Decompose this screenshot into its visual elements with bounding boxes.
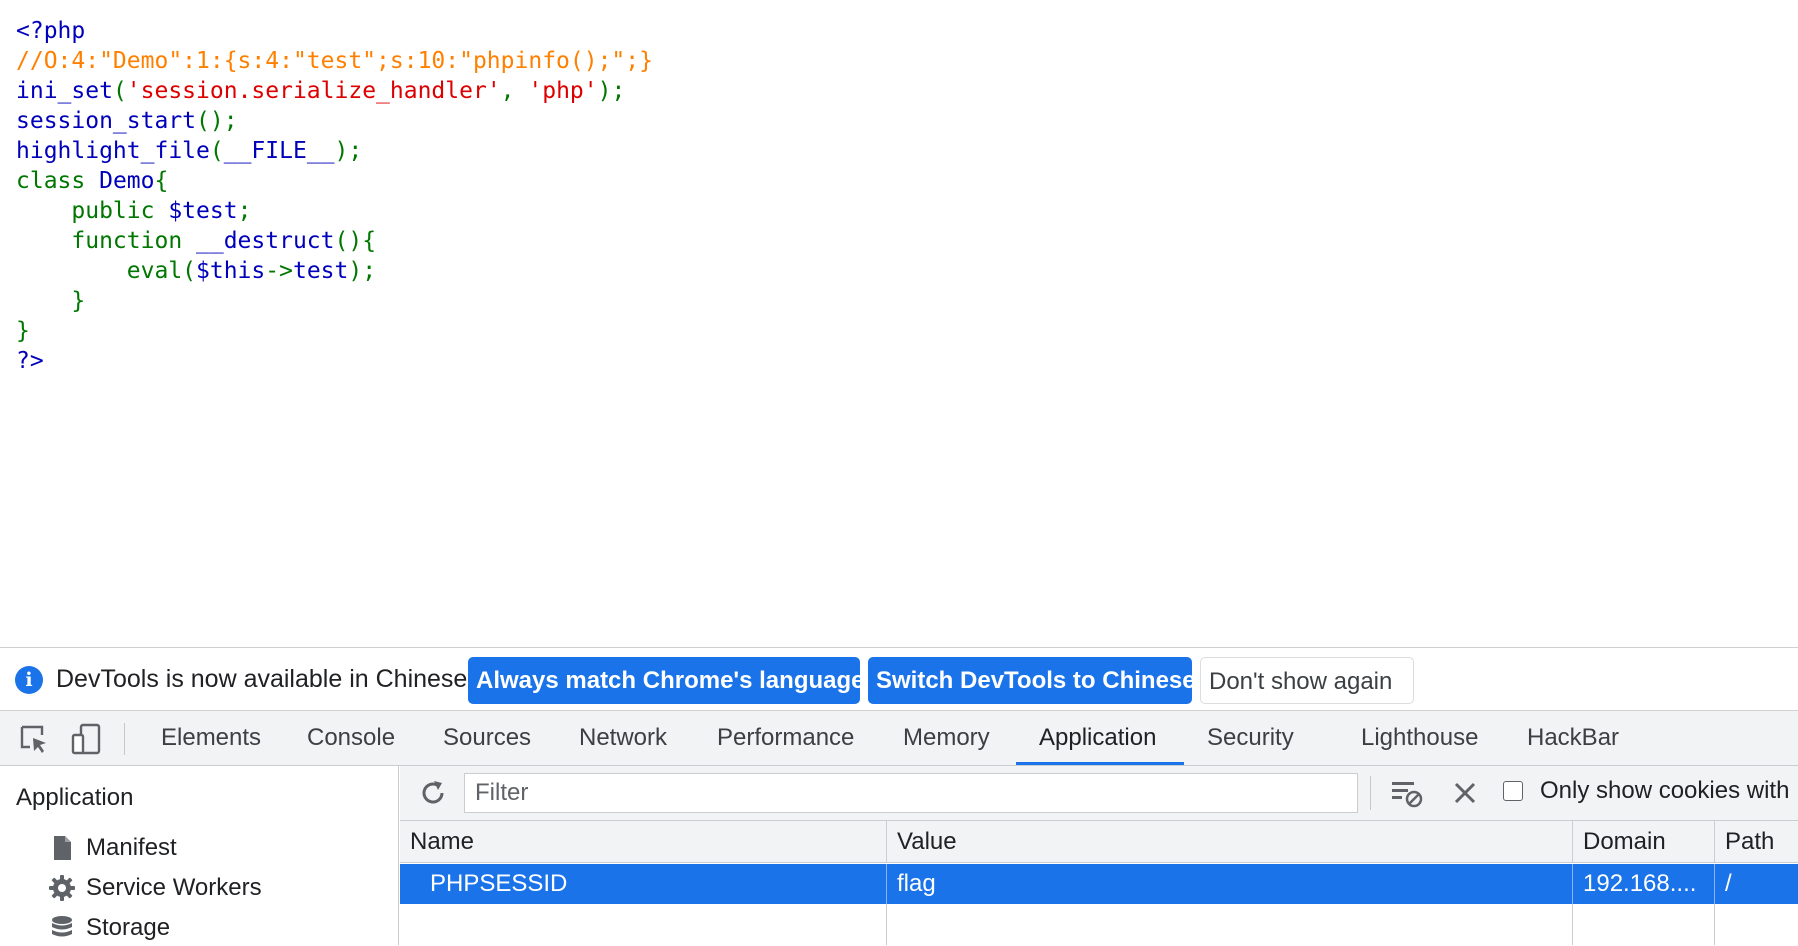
tab-elements[interactable]: Elements <box>161 711 261 765</box>
code-line-5-func: highlight_file <box>16 138 210 164</box>
cookie-path-cell[interactable]: / <box>1715 864 1798 904</box>
code-line-7-end: ; <box>237 198 252 224</box>
file-icon <box>54 836 71 860</box>
sidebar-item-label: Manifest <box>86 834 177 861</box>
cookies-toolbar: Only show cookies with <box>400 766 1798 821</box>
column-divider <box>1572 904 1573 945</box>
column-header-name[interactable]: Name <box>400 821 887 863</box>
code-line-8-end: (){ <box>334 228 377 254</box>
table-row[interactable]: PHPSESSID flag 192.168.... / <box>400 864 1798 904</box>
column-divider <box>886 904 887 945</box>
code-line-3-comma: , <box>500 78 529 104</box>
column-divider <box>1714 904 1715 945</box>
switch-to-chinese-button[interactable]: Switch DevTools to Chinese <box>868 657 1196 704</box>
active-tab-indicator <box>1016 762 1184 765</box>
code-line-4-rest: (); <box>196 108 238 134</box>
code-line-3-arg2: 'php' <box>528 78 598 104</box>
php-source-code: <?php //O:4:"Demo":1:{s:4:"test";s:10:"p… <box>16 16 653 376</box>
code-line-11: } <box>16 318 30 344</box>
only-show-issues-checkbox[interactable] <box>1503 781 1523 801</box>
code-line-10: } <box>16 288 86 314</box>
code-line-6-kw: class <box>16 168 100 194</box>
code-line-6-name: Demo <box>99 168 155 194</box>
code-line-9-kw: eval( <box>16 258 197 284</box>
column-header-domain[interactable]: Domain <box>1573 821 1715 863</box>
code-line-9-prop: test <box>292 258 349 284</box>
code-line-12: ?> <box>16 348 44 374</box>
code-line-6-brace: { <box>154 168 169 194</box>
dont-show-again-button[interactable]: Don't show again <box>1200 657 1414 704</box>
code-line-5-open: ( <box>209 138 224 164</box>
always-match-language-button[interactable]: Always match Chrome's language <box>468 657 865 704</box>
code-line-3-arg1: 'session.serialize_handler' <box>126 78 501 104</box>
gear-icon <box>49 875 75 901</box>
only-show-issues-label: Only show cookies with <box>1540 777 1790 804</box>
code-line-8-name: __destruct <box>196 228 335 254</box>
code-line-1: <?php <box>16 18 86 44</box>
devtools-tabbar: Elements Console Sources Network Perform… <box>0 711 1798 766</box>
column-header-value[interactable]: Value <box>887 821 1573 863</box>
tab-memory[interactable]: Memory <box>903 711 990 765</box>
column-header-path[interactable]: Path <box>1715 821 1798 863</box>
code-line-9-var: $this <box>196 258 266 284</box>
code-line-5-const: __FILE__ <box>223 138 335 164</box>
tab-console[interactable]: Console <box>307 711 395 765</box>
code-line-8-kw: function <box>16 228 197 254</box>
code-line-3-open: ( <box>112 78 127 104</box>
sidebar-section-title[interactable]: Application <box>16 784 133 812</box>
code-line-7-var: $test <box>168 198 238 224</box>
tab-hackbar[interactable]: HackBar <box>1527 711 1619 765</box>
code-line-9-end: ); <box>348 258 377 284</box>
tab-performance[interactable]: Performance <box>717 711 854 765</box>
info-icon: i <box>15 666 43 694</box>
tab-lighthouse[interactable]: Lighthouse <box>1361 711 1478 765</box>
code-line-2-comment: //O:4:"Demo":1:{s:4:"test";s:10:"phpinfo… <box>16 48 653 74</box>
cookie-value-cell[interactable]: flag <box>887 864 1573 904</box>
sidebar-item-label: Storage <box>86 914 171 941</box>
code-line-3-close: ); <box>597 78 626 104</box>
clear-filtered-cookies-icon[interactable] <box>1390 777 1424 809</box>
code-line-3-func: ini_set <box>16 78 113 104</box>
inspect-element-icon[interactable] <box>18 723 50 755</box>
cookie-name-cell[interactable]: PHPSESSID <box>400 864 887 904</box>
application-sidebar: Application Manifest Service Workers Sto… <box>0 766 399 945</box>
refresh-icon[interactable] <box>418 778 448 808</box>
tab-application[interactable]: Application <box>1039 711 1156 765</box>
tab-security[interactable]: Security <box>1207 711 1294 765</box>
tab-separator <box>124 723 125 755</box>
toolbar-separator <box>1370 776 1371 810</box>
database-icon <box>52 916 72 937</box>
cookie-domain-cell[interactable]: 192.168.... <box>1573 864 1715 904</box>
tab-sources[interactable]: Sources <box>443 711 531 765</box>
language-infobar: i DevTools is now available in Chinese! … <box>0 648 1798 711</box>
code-line-5-close: ); <box>334 138 363 164</box>
code-line-9-arrow: -> <box>265 258 293 284</box>
code-line-7-kw: public <box>16 198 169 224</box>
cookie-table: Name Value Domain Path PHPSESSID flag 19… <box>400 821 1798 945</box>
device-toolbar-icon[interactable] <box>70 723 102 755</box>
code-line-4-func: session_start <box>16 108 197 134</box>
tab-network[interactable]: Network <box>579 711 667 765</box>
close-icon[interactable] <box>1450 778 1480 808</box>
infobar-message: DevTools is now available in Chinese! <box>56 665 475 693</box>
devtools-panel: i DevTools is now available in Chinese! … <box>0 647 1798 945</box>
cookies-panel: Only show cookies with Name Value Domain… <box>400 766 1798 945</box>
sidebar-item-label: Service Workers <box>86 874 262 901</box>
filter-input[interactable] <box>464 773 1358 813</box>
